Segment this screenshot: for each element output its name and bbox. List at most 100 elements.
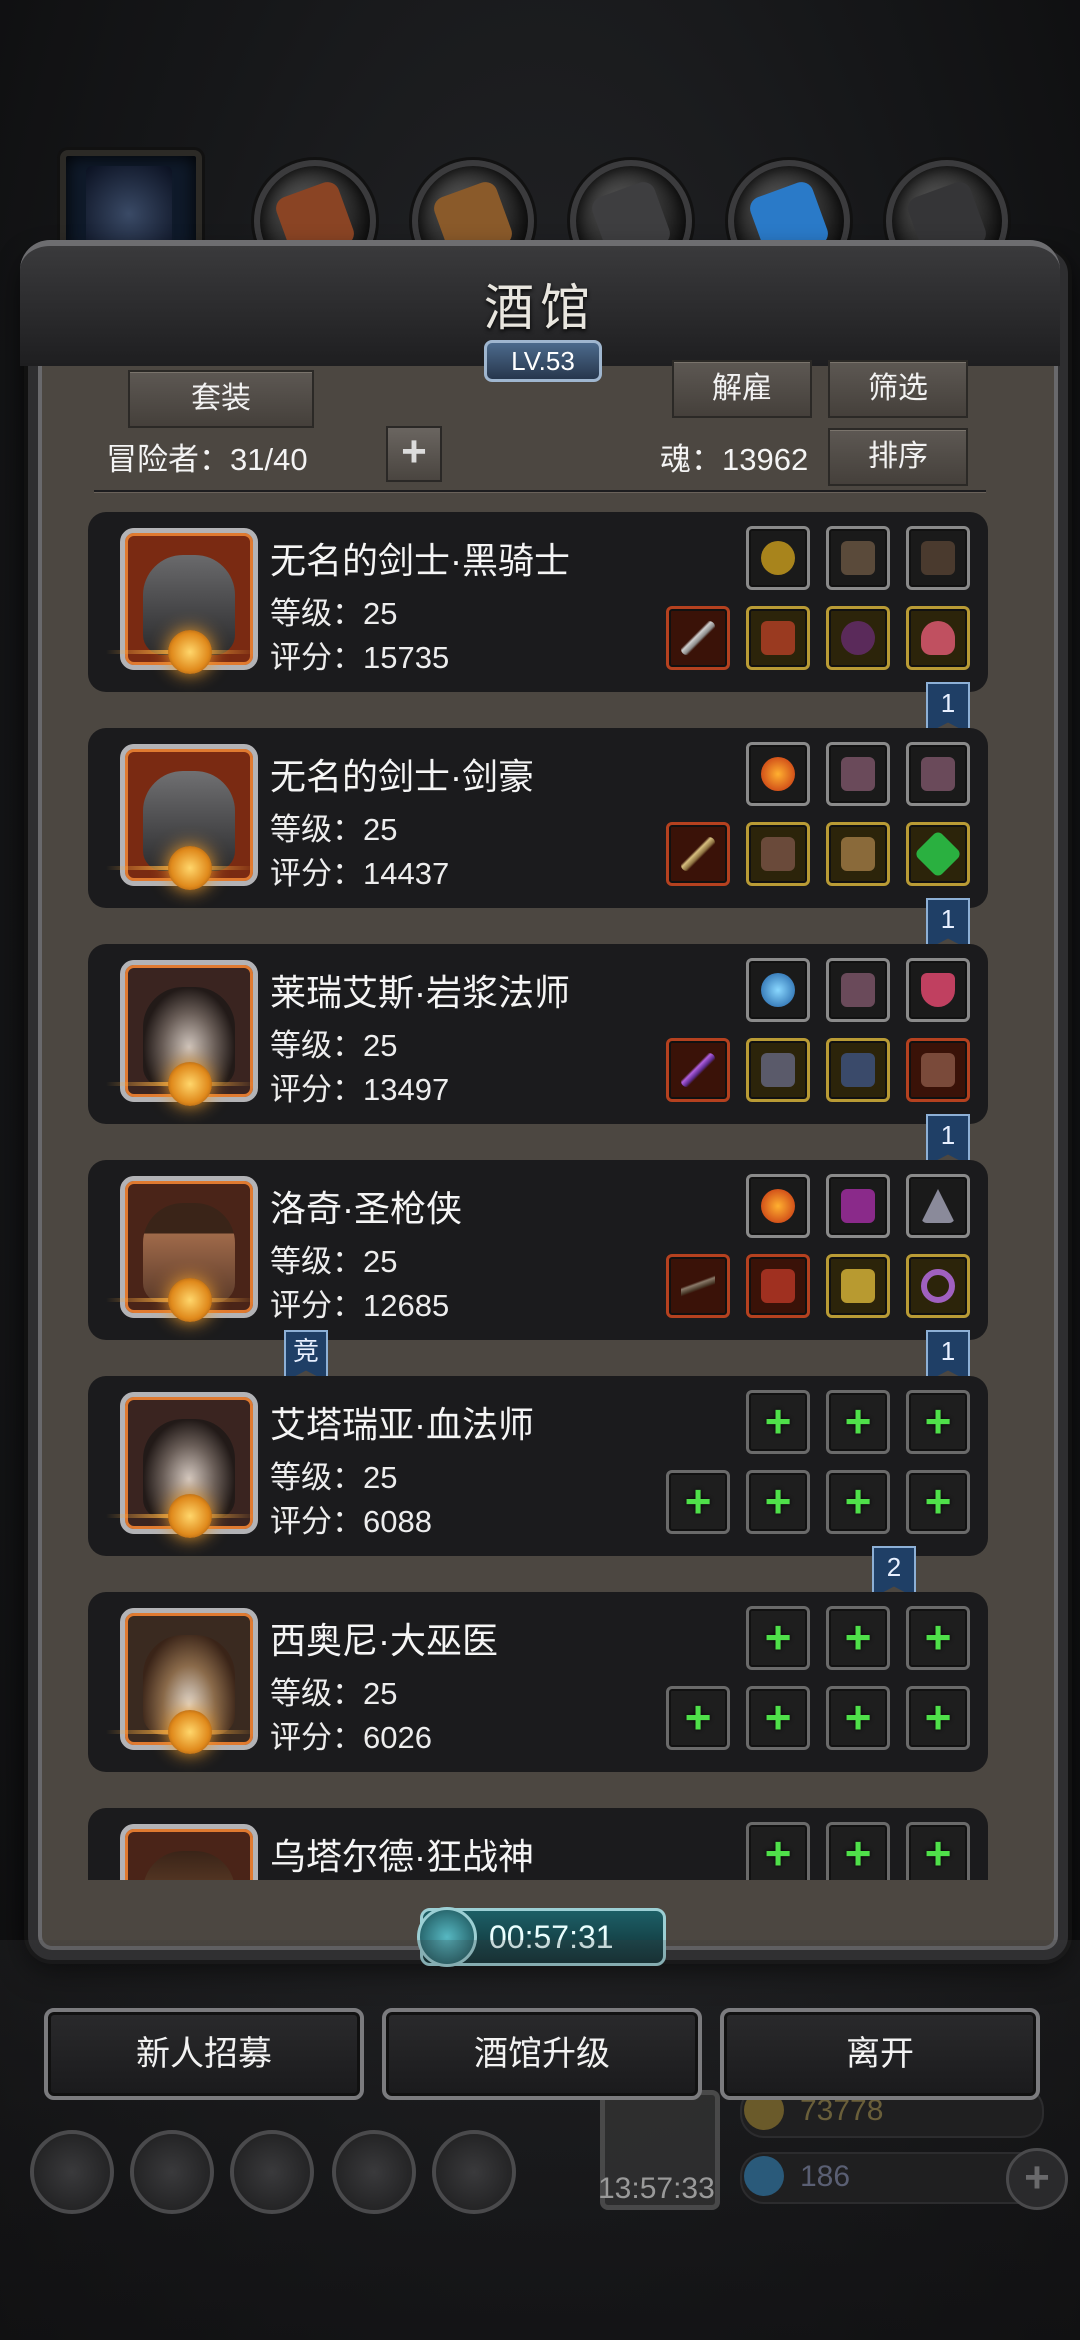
forge-icon[interactable]	[230, 2130, 314, 2214]
rune-slot[interactable]	[746, 742, 810, 806]
hero-row[interactable]: 艾塔瑞亚·血法师 等级：25 评分：6088 + + + + + + +	[88, 1376, 988, 1556]
rank-emblem-icon	[168, 846, 212, 890]
gauntlet-rune-icon	[921, 541, 955, 575]
weapon-slot[interactable]	[666, 1254, 730, 1318]
rune-slot[interactable]	[906, 526, 970, 590]
red-armor-icon	[761, 621, 795, 655]
add-slot-button[interactable]: +	[386, 426, 442, 482]
weapon-slot[interactable]	[666, 606, 730, 670]
rune-slot[interactable]	[826, 526, 890, 590]
hero-name: 无名的剑士·剑豪	[270, 756, 534, 797]
empty-rune-slot[interactable]: +	[906, 1606, 970, 1670]
empty-weapon-slot[interactable]: +	[666, 1686, 730, 1750]
rune-slot[interactable]	[826, 1174, 890, 1238]
adventurer-count: 冒险者：31/40	[106, 442, 308, 477]
mail-icon[interactable]	[332, 2130, 416, 2214]
red-armor-icon	[761, 1269, 795, 1303]
empty-accessory-slot[interactable]: +	[826, 1470, 890, 1534]
empty-rune-slot[interactable]: +	[746, 1606, 810, 1670]
settings-gear-icon[interactable]	[30, 2130, 114, 2214]
armor-slot[interactable]	[746, 1254, 810, 1318]
tome-slot[interactable]	[906, 1038, 970, 1102]
hero-name: 莱瑞艾斯·岩浆法师	[270, 972, 570, 1013]
dismiss-button[interactable]: 解雇	[672, 360, 812, 418]
set-button[interactable]: 套装	[128, 370, 314, 428]
sort-button[interactable]: 排序	[828, 428, 968, 486]
shotgun-icon	[681, 1269, 715, 1303]
plus-icon: +	[844, 1691, 872, 1743]
feather-rune-icon	[921, 757, 955, 791]
empty-rune-slot[interactable]: +	[826, 1390, 890, 1454]
leather-armor-icon	[761, 837, 795, 871]
empty-accessory-slot[interactable]: +	[826, 1686, 890, 1750]
empty-rune-slot[interactable]: +	[906, 1390, 970, 1454]
rune-slot[interactable]	[746, 1174, 810, 1238]
empty-weapon-slot[interactable]: +	[666, 1470, 730, 1534]
hero-list[interactable]: 无名的剑士·黑骑士 等级：25 评分：15735 1 无名的剑士·剑豪 等级：2…	[88, 508, 988, 1880]
ring-slot[interactable]	[906, 822, 970, 886]
ring-slot[interactable]	[906, 1254, 970, 1318]
rank-emblem-icon	[168, 1062, 212, 1106]
armor-slot[interactable]	[746, 606, 810, 670]
upgrade-tavern-button[interactable]: 酒馆升级	[382, 2008, 702, 2100]
empty-ring-slot[interactable]: +	[906, 1470, 970, 1534]
rune-slot[interactable]	[826, 742, 890, 806]
rune-slot[interactable]	[906, 742, 970, 806]
plus-icon: +	[924, 1827, 952, 1879]
empty-rune-slot[interactable]: +	[826, 1606, 890, 1670]
hero-name: 西奥尼·大巫医	[270, 1620, 498, 1661]
hero-row[interactable]: 洛奇·圣枪侠 等级：25 评分：12685	[88, 1160, 988, 1340]
accessory-slot[interactable]	[826, 1038, 890, 1102]
hero-portrait[interactable]	[120, 1824, 258, 1880]
hero-row[interactable]: 无名的剑士·剑豪 等级：25 评分：14437	[88, 728, 988, 908]
rank-ribbon: 1	[926, 1114, 970, 1166]
rune-slot[interactable]	[746, 958, 810, 1022]
empty-rune-slot[interactable]: +	[746, 1390, 810, 1454]
hero-level: 等级：25	[270, 1244, 398, 1279]
ring-slot[interactable]	[906, 606, 970, 670]
divider	[94, 490, 986, 492]
hero-row[interactable]: 乌塔尔德·狂战神 + + +	[88, 1808, 988, 1880]
katana-icon	[681, 837, 715, 871]
gift-icon[interactable]	[432, 2130, 516, 2214]
leave-button[interactable]: 离开	[720, 2008, 1040, 2100]
add-gems-button[interactable]: +	[1006, 2148, 1068, 2210]
rune-slot[interactable]	[906, 1174, 970, 1238]
plus-icon: +	[924, 1691, 952, 1743]
empty-rune-slot[interactable]: +	[826, 1822, 890, 1880]
empty-ring-slot[interactable]: +	[906, 1686, 970, 1750]
rank-emblem-icon	[168, 1278, 212, 1322]
hero-row[interactable]: 西奥尼·大巫医 等级：25 评分：6026 + + + + + + +	[88, 1592, 988, 1772]
plus-icon: +	[764, 1691, 792, 1743]
ankh-amulet-icon	[841, 1053, 875, 1087]
plus-icon: +	[764, 1611, 792, 1663]
plus-icon: +	[764, 1827, 792, 1879]
heart-pendant-icon	[921, 621, 955, 655]
empty-rune-slot[interactable]: +	[906, 1822, 970, 1880]
armor-slot[interactable]	[746, 1038, 810, 1102]
weapon-slot[interactable]	[666, 822, 730, 886]
blue-orb-rune-icon	[761, 973, 795, 1007]
achievement-star-icon[interactable]	[130, 2130, 214, 2214]
hero-name: 无名的剑士·黑骑士	[270, 540, 570, 581]
accessory-slot[interactable]	[826, 1254, 890, 1318]
hero-level: 等级：25	[270, 1676, 398, 1711]
empty-armor-slot[interactable]: +	[746, 1686, 810, 1750]
empty-armor-slot[interactable]: +	[746, 1470, 810, 1534]
empty-rune-slot[interactable]: +	[746, 1822, 810, 1880]
gem-icon	[744, 2156, 784, 2196]
hero-row[interactable]: 无名的剑士·黑骑士 等级：25 评分：15735	[88, 512, 988, 692]
hero-score: 评分：6088	[270, 1504, 432, 1539]
hero-row[interactable]: 莱瑞艾斯·岩浆法师 等级：25 评分：13497	[88, 944, 988, 1124]
accessory-slot[interactable]	[826, 606, 890, 670]
filter-button[interactable]: 筛选	[828, 360, 968, 418]
weapon-slot[interactable]	[666, 1038, 730, 1102]
recruit-button[interactable]: 新人招募	[44, 2008, 364, 2100]
armor-slot[interactable]	[746, 822, 810, 886]
rune-slot[interactable]	[746, 526, 810, 590]
rune-slot[interactable]	[826, 958, 890, 1022]
tavern-level-badge: LV.53	[484, 340, 602, 382]
berserker-icon	[143, 1851, 235, 1880]
accessory-slot[interactable]	[826, 822, 890, 886]
rune-slot[interactable]	[906, 958, 970, 1022]
